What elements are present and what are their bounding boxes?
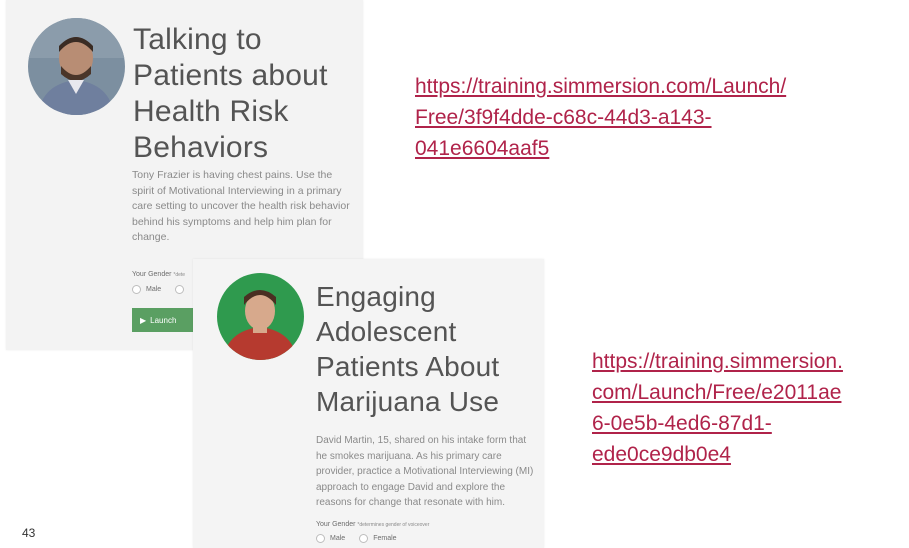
gender-label: Your Gender *dete: [132, 271, 185, 278]
gender-label: Your Gender *determines gender of voiceo…: [316, 521, 429, 528]
course-description: David Martin, 15, shared on his intake f…: [316, 435, 534, 508]
radio-male[interactable]: [316, 534, 325, 543]
launch-link-health-risk[interactable]: https://training.simmersion.com/Launch/ …: [415, 71, 895, 164]
gender-label-text: Your Gender: [316, 521, 356, 528]
gender-label-text: Your Gender: [132, 271, 172, 278]
title-line: Marijuana Use: [316, 386, 500, 417]
link-line[interactable]: https://training.simmersion.: [592, 350, 843, 373]
gender-option-female[interactable]: [175, 285, 185, 294]
title-line: Patients about: [133, 59, 328, 92]
title-line: Engaging: [316, 281, 436, 312]
course-description: Tony Frazier is having chest pains. Use …: [132, 169, 350, 243]
avatar-david-martin: [217, 273, 304, 360]
title-line: Adolescent: [316, 316, 457, 347]
course-title: Talking to Patients about Health Risk Be…: [133, 22, 363, 166]
launch-link-marijuana[interactable]: https://training.simmersion. com/Launch/…: [592, 346, 902, 470]
radio-female[interactable]: [359, 534, 369, 543]
title-line: Talking to: [133, 23, 262, 56]
radio-label-female: Female: [373, 535, 397, 542]
launch-button[interactable]: ▶ Launch: [132, 308, 202, 332]
link-line[interactable]: com/Launch/Free/e2011ae: [592, 381, 841, 404]
gender-options: Male: [132, 285, 192, 294]
play-icon: ▶: [140, 315, 147, 325]
title-line: Patients About: [316, 351, 500, 382]
link-line[interactable]: Free/3f9f4dde-c68c-44d3-a143-: [415, 106, 712, 129]
radio-female[interactable]: [175, 285, 185, 294]
radio-label-male: Male: [330, 535, 346, 542]
gender-note: *dete: [173, 272, 186, 278]
gender-option-female[interactable]: Female: [359, 534, 397, 543]
link-line[interactable]: 6-0e5b-4ed6-87d1-: [592, 412, 772, 435]
link-line[interactable]: 041e6604aaf5: [415, 137, 549, 160]
gender-option-male[interactable]: Male: [132, 285, 161, 294]
launch-label: Launch: [150, 315, 177, 325]
title-line: Health Risk: [133, 95, 289, 128]
gender-note: *determines gender of voiceover: [357, 522, 430, 528]
avatar-tony-frazier: [28, 18, 125, 115]
link-line[interactable]: https://training.simmersion.com/Launch/: [415, 75, 786, 98]
gender-options: Male Female: [316, 534, 405, 543]
page-number: 43: [22, 526, 36, 540]
gender-option-male[interactable]: Male: [316, 534, 345, 543]
link-line[interactable]: ede0ce9db0e4: [592, 443, 731, 466]
course-card-marijuana: Engaging Adolescent Patients About Marij…: [193, 259, 544, 548]
radio-male[interactable]: [132, 285, 141, 294]
course-title: Engaging Adolescent Patients About Marij…: [316, 279, 544, 419]
radio-label-male: Male: [146, 286, 162, 293]
title-line: Behaviors: [133, 131, 269, 164]
